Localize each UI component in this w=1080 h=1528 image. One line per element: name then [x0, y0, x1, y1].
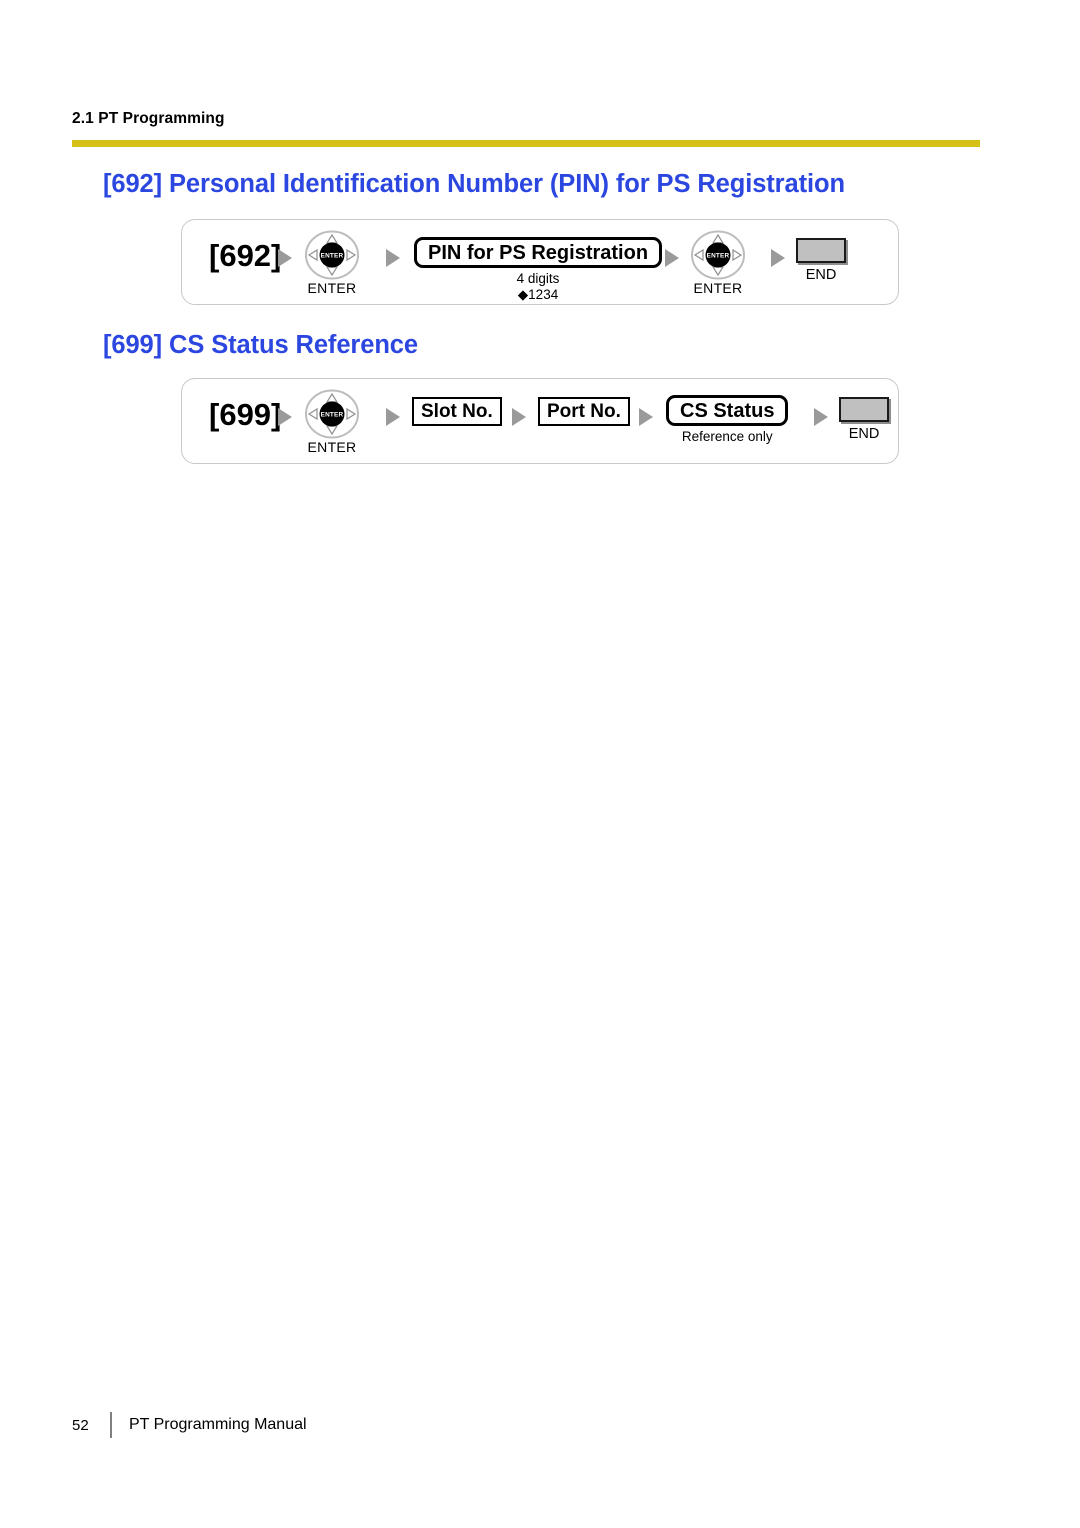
pin-parameter-box[interactable]: PIN for PS Registration [414, 237, 663, 268]
end-key-label: END [805, 267, 837, 283]
pin-parameter-caption: 4 digits ◆1234 [517, 271, 560, 303]
flow-arrow-icon [814, 408, 828, 426]
section-heading-699: [699] CS Status Reference [103, 331, 418, 359]
flow-step-code-692: [692] [209, 238, 282, 273]
navigator-key-icon: ENTER [304, 230, 360, 280]
flow-row-699: [699] ENTER ENTER Slot No. Port No. CS S… [182, 379, 898, 463]
flow-step-slot-no: Slot No. [411, 396, 503, 427]
flow-arrow-icon [665, 249, 679, 267]
svg-text:ENTER: ENTER [321, 412, 344, 419]
navigator-key-icon: ENTER [690, 230, 746, 280]
navigator-enter-label: ENTER [307, 280, 357, 296]
page-footer: 52 PT Programming Manual [72, 1412, 307, 1438]
flow-step-pin-box: PIN for PS Registration 4 digits ◆1234 [414, 237, 663, 303]
navigator-enter-label: ENTER [693, 280, 743, 296]
end-key-692[interactable]: END [796, 238, 846, 283]
port-no-box[interactable]: Port No. [537, 396, 631, 427]
cs-status-caption: Reference only [681, 429, 773, 444]
pin-caption-digits: 4 digits [516, 271, 560, 286]
flow-arrow-icon [386, 249, 400, 267]
end-key-icon [796, 238, 846, 263]
navigator-enter-key-3[interactable]: ENTER ENTER [304, 389, 360, 454]
navigator-enter-key-1[interactable]: ENTER ENTER [304, 230, 360, 295]
flow-arrow-icon [771, 249, 785, 267]
end-key-icon [839, 397, 889, 422]
flow-arrow-icon [278, 408, 292, 426]
cs-status-box[interactable]: CS Status [666, 395, 789, 426]
flow-arrow-icon [278, 249, 292, 267]
svg-text:ENTER: ENTER [321, 253, 344, 260]
svg-text:ENTER: ENTER [707, 253, 730, 260]
flow-step-port-no: Port No. [537, 396, 631, 427]
flow-arrow-icon [639, 408, 653, 426]
header-divider-rule [72, 140, 980, 147]
footer-divider [110, 1412, 112, 1438]
footer-manual-title: PT Programming Manual [129, 1416, 307, 1433]
section-heading-692: [692] Personal Identification Number (PI… [103, 170, 845, 198]
navigator-enter-label: ENTER [307, 439, 357, 455]
navigator-key-icon: ENTER [304, 389, 360, 439]
pin-caption-default: ◆1234 [517, 286, 559, 302]
flow-panel-699: [699] ENTER ENTER Slot No. Port No. CS S… [181, 378, 899, 464]
footer-page-number: 52 [72, 1416, 89, 1434]
flow-step-code-699: [699] [209, 397, 282, 432]
navigator-enter-key-2[interactable]: ENTER ENTER [690, 230, 746, 295]
flow-row-692: [692] ENTER ENTER PIN for PS Registratio… [182, 220, 898, 304]
flow-arrow-icon [512, 408, 526, 426]
slot-no-box[interactable]: Slot No. [411, 396, 503, 427]
flow-step-cs-status: CS Status Reference only [666, 395, 789, 445]
end-key-label: END [848, 426, 880, 442]
running-header: 2.1 PT Programming [72, 110, 225, 127]
flow-panel-692: [692] ENTER ENTER PIN for PS Registratio… [181, 219, 899, 305]
flow-arrow-icon [386, 408, 400, 426]
end-key-699[interactable]: END [839, 397, 889, 442]
